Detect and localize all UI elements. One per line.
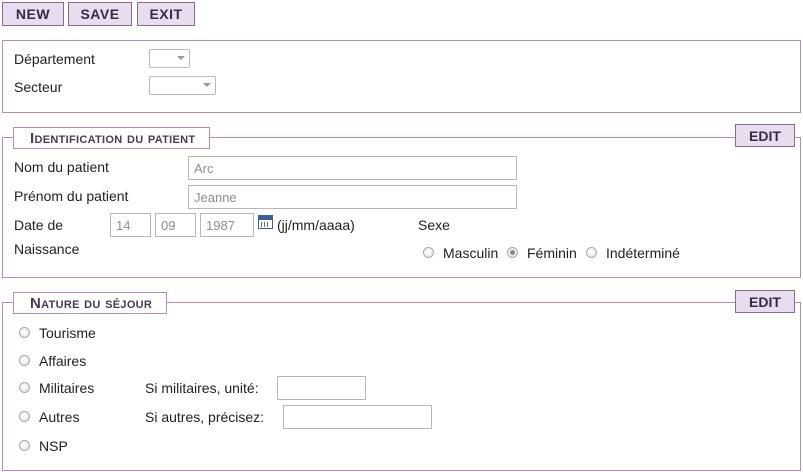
- sejour-nsp-label: NSP: [39, 438, 68, 454]
- location-panel: [2, 40, 801, 113]
- sexe-feminin-label: Féminin: [527, 245, 577, 261]
- sejour-edit-button[interactable]: EDIT: [735, 290, 795, 313]
- sejour-tourisme-radio[interactable]: [19, 327, 30, 338]
- sexe-label: Sexe: [418, 217, 450, 233]
- date-format-hint: (jj/mm/aaaa): [277, 217, 355, 233]
- calendar-icon[interactable]: [258, 215, 273, 229]
- sejour-nsp-radio[interactable]: [19, 440, 30, 451]
- sejour-militaires-label: Militaires: [39, 380, 95, 396]
- sejour-affaires-radio[interactable]: [19, 355, 30, 366]
- secteur-label: Secteur: [14, 79, 63, 95]
- sejour-autres-radio[interactable]: [19, 411, 30, 422]
- sejour-section-title: Nature du séjour: [13, 292, 168, 314]
- sejour-panel: [2, 302, 801, 471]
- calendar-icon-header: [259, 216, 272, 220]
- date-year-field[interactable]: 1987: [200, 213, 254, 237]
- chevron-down-icon: [177, 56, 185, 60]
- departement-label: Département: [14, 51, 95, 67]
- sexe-indetermine-radio[interactable]: [586, 247, 597, 258]
- date-month-field[interactable]: 09: [155, 213, 196, 237]
- new-button[interactable]: NEW: [2, 2, 64, 26]
- patient-section-title-text: Identification du patient: [30, 129, 196, 147]
- autres-precisez-field[interactable]: [283, 405, 432, 429]
- sejour-autres-label: Autres: [39, 409, 80, 425]
- sejour-militaires-radio[interactable]: [19, 382, 30, 393]
- sejour-tourisme-label: Tourisme: [39, 325, 96, 341]
- prenom-field[interactable]: Jeanne: [188, 185, 517, 209]
- sexe-feminin-radio[interactable]: [507, 247, 518, 258]
- sejour-section-title-text: Nature du séjour: [30, 294, 153, 312]
- date-day-field[interactable]: 14: [110, 213, 151, 237]
- chevron-down-icon: [203, 83, 211, 87]
- patient-section-title: Identification du patient: [13, 127, 211, 149]
- sexe-masculin-radio[interactable]: [423, 247, 434, 258]
- prenom-label: Prénom du patient: [14, 188, 129, 204]
- nom-label: Nom du patient: [14, 159, 109, 175]
- militaires-unit-label: Si militaires, unité:: [145, 380, 259, 396]
- departement-select[interactable]: [149, 49, 190, 68]
- date-label-line2: Naissance: [14, 241, 80, 257]
- nom-field[interactable]: Arc: [188, 156, 517, 180]
- exit-button[interactable]: EXIT: [137, 2, 195, 26]
- patient-edit-button[interactable]: EDIT: [735, 124, 795, 147]
- save-button[interactable]: SAVE: [68, 2, 132, 26]
- militaires-unit-field[interactable]: [277, 376, 366, 400]
- sejour-affaires-label: Affaires: [39, 353, 87, 369]
- autres-precisez-label: Si autres, précisez:: [145, 409, 265, 425]
- secteur-select[interactable]: [149, 76, 216, 95]
- date-label-line1: Date de: [14, 217, 64, 233]
- sexe-masculin-label: Masculin: [443, 245, 499, 261]
- sexe-indetermine-label: Indéterminé: [606, 245, 680, 261]
- calendar-icon-grid: [261, 222, 270, 227]
